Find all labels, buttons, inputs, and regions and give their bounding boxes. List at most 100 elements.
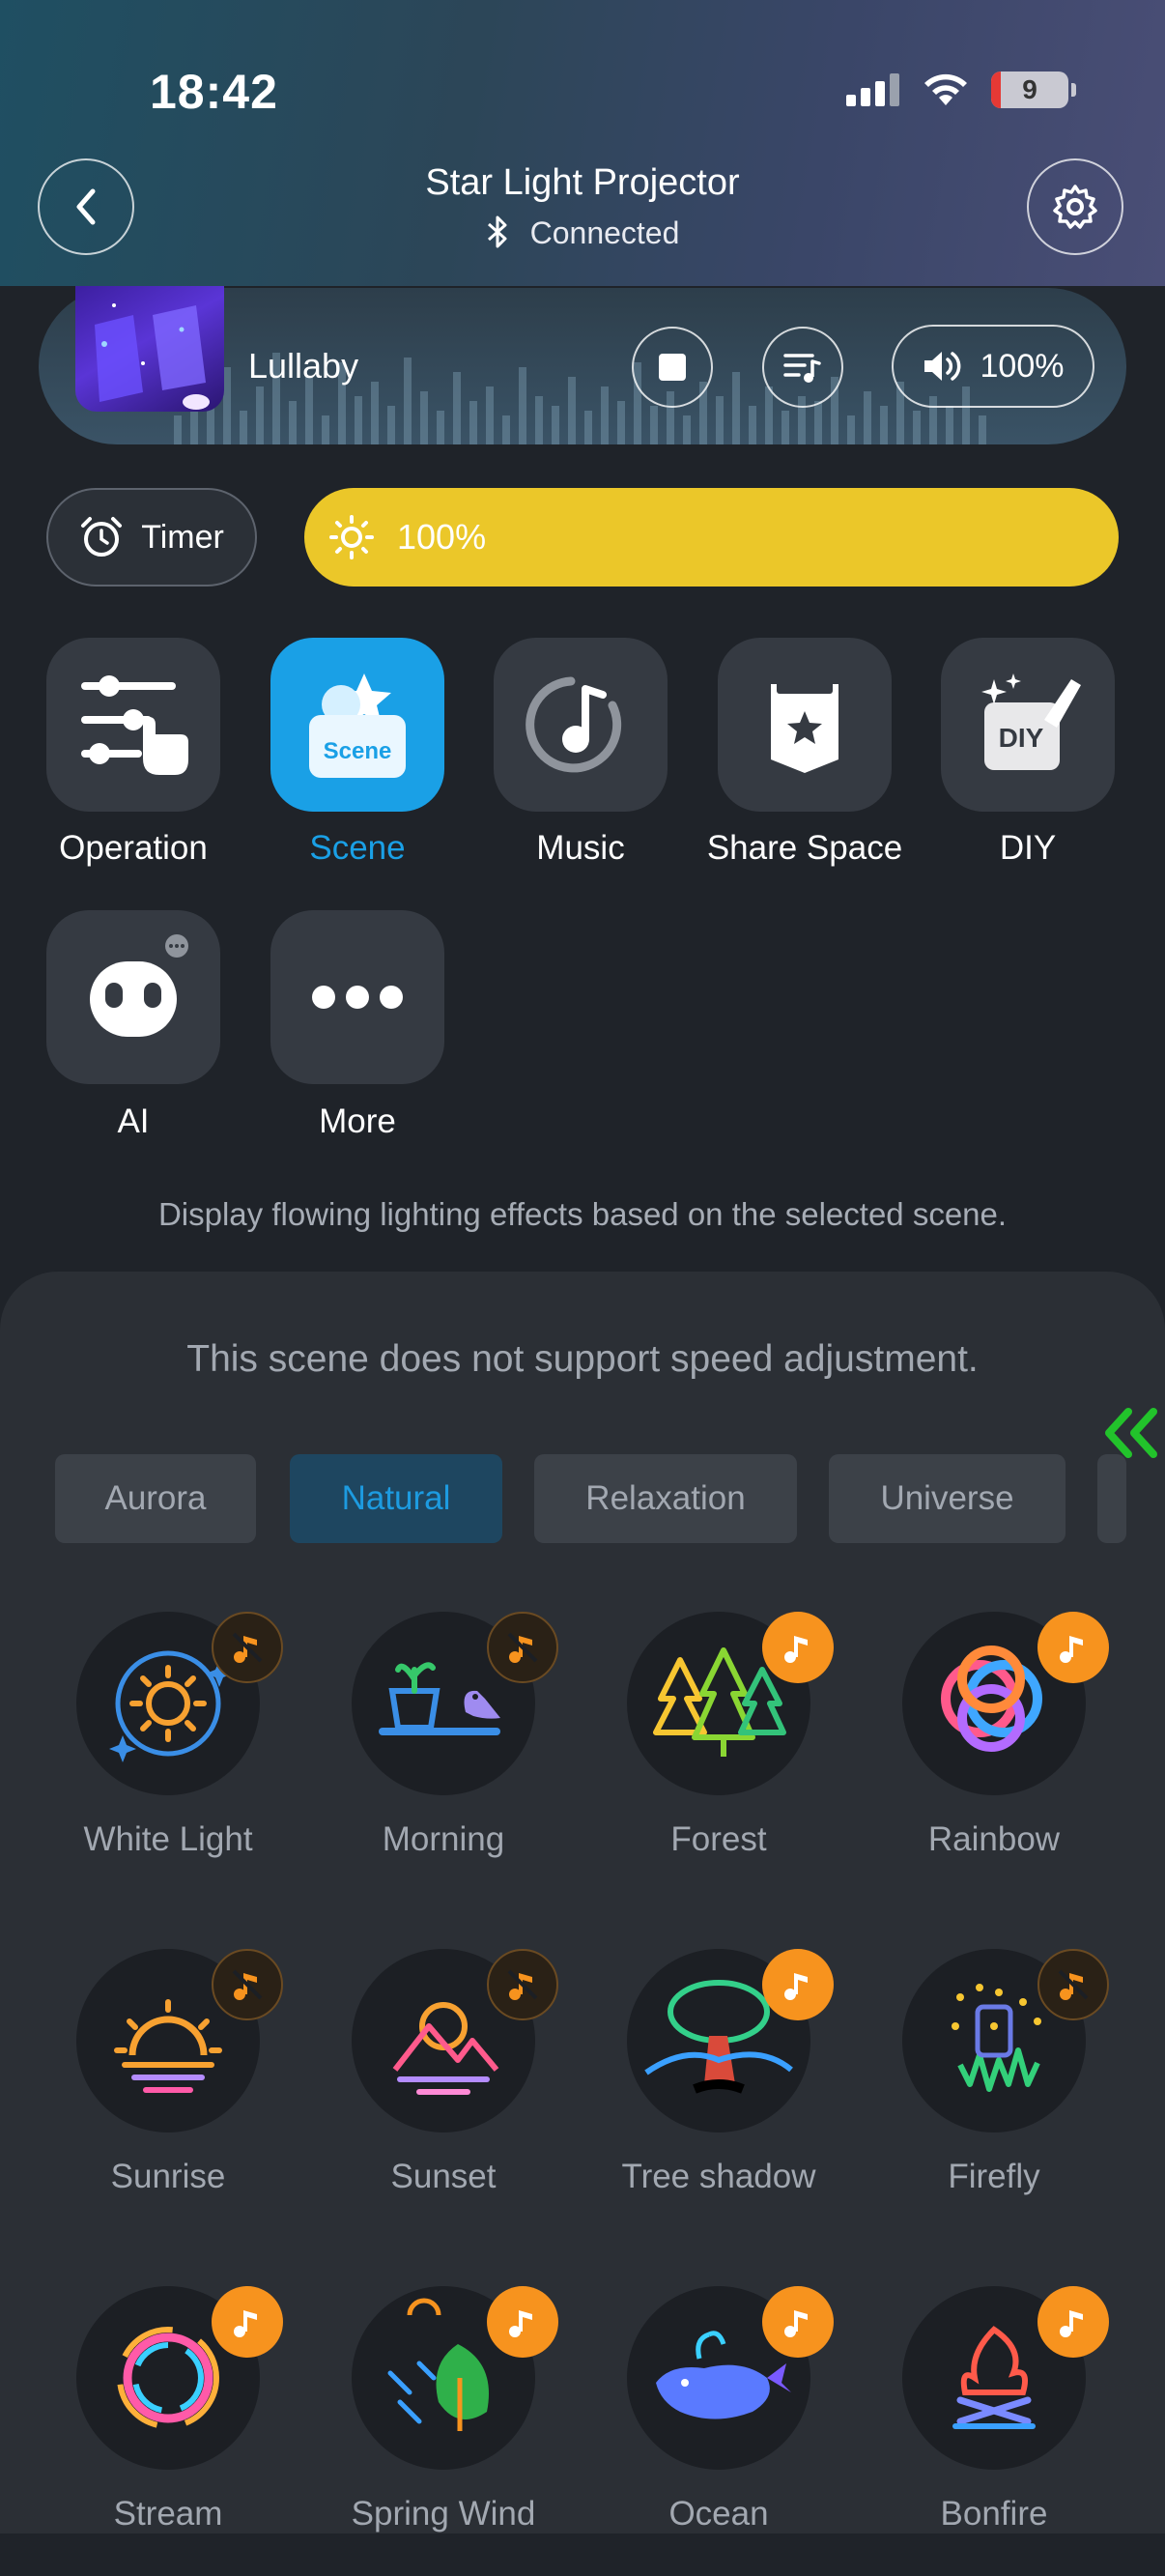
scene-label: Morning bbox=[382, 1820, 505, 1858]
song-title: Lullaby bbox=[248, 346, 359, 386]
scene-item-ocean[interactable]: Ocean bbox=[583, 2286, 854, 2576]
music-off-icon bbox=[507, 1632, 538, 1663]
music-unsupported-badge bbox=[212, 1949, 283, 2020]
category-tab-universe[interactable]: Universe bbox=[829, 1454, 1066, 1543]
share-space-icon bbox=[771, 680, 838, 773]
robot-face-icon bbox=[90, 934, 188, 1037]
operation-tile[interactable] bbox=[46, 638, 220, 812]
scene-tile[interactable]: Scene bbox=[270, 638, 444, 812]
music-supported-badge bbox=[212, 2286, 283, 2358]
sun-icon bbox=[329, 515, 374, 559]
music-label: Music bbox=[536, 829, 625, 867]
cellular-signal-icon bbox=[846, 73, 899, 106]
category-tab-relaxation[interactable]: Relaxation bbox=[534, 1454, 797, 1543]
music-unsupported-badge bbox=[487, 1612, 558, 1683]
music-note-icon bbox=[234, 2310, 257, 2337]
wifi-icon bbox=[924, 73, 967, 105]
speaker-icon bbox=[923, 352, 960, 381]
alarm-clock-icon bbox=[81, 517, 123, 557]
music-unsupported-badge bbox=[487, 1949, 558, 2020]
more-tile[interactable] bbox=[270, 910, 444, 1084]
music-supported-badge bbox=[1037, 2286, 1109, 2358]
scene-label: Tree shadow bbox=[621, 2158, 816, 2195]
scene-badge-text: Scene bbox=[324, 738, 392, 764]
music-note-icon bbox=[509, 2310, 532, 2337]
bluetooth-icon bbox=[487, 215, 507, 248]
scene-item-sunset[interactable]: Sunset bbox=[308, 1949, 579, 2239]
music-off-icon bbox=[232, 1969, 263, 2000]
music-note-icon bbox=[1060, 2310, 1083, 2337]
diy-tile[interactable]: DIY bbox=[941, 638, 1115, 812]
ai-tile[interactable] bbox=[46, 910, 220, 1084]
diy-label: DIY bbox=[999, 829, 1057, 867]
scene-item-bonfire[interactable]: Bonfire bbox=[859, 2286, 1129, 2576]
scene-label: White Light bbox=[83, 1820, 253, 1858]
battery-icon: 9 bbox=[991, 72, 1076, 108]
timer-button[interactable]: Timer bbox=[46, 488, 257, 587]
timer-label: Timer bbox=[141, 518, 224, 556]
status-icons: 9 bbox=[846, 72, 1076, 108]
album-artwork-image bbox=[95, 303, 210, 410]
scene-label: Sunrise bbox=[110, 2158, 226, 2195]
scene-item-morning[interactable]: Morning bbox=[308, 1612, 579, 1902]
sliders-hand-icon bbox=[81, 675, 188, 775]
music-off-icon bbox=[507, 1969, 538, 2000]
scene-item-white-light[interactable]: White Light bbox=[33, 1612, 303, 1902]
music-note-icon bbox=[784, 1636, 808, 1663]
category-tab-aurora[interactable]: Aurora bbox=[55, 1454, 256, 1543]
music-off-icon bbox=[1058, 1969, 1089, 2000]
volume-control[interactable]: 100% bbox=[892, 325, 1094, 408]
music-unsupported-badge bbox=[212, 1612, 283, 1683]
connection-status: Connected bbox=[0, 215, 1165, 251]
music-supported-badge bbox=[762, 1612, 834, 1683]
music-note-icon bbox=[784, 1973, 808, 2000]
scene-label: Forest bbox=[670, 1820, 767, 1858]
scene-item-firefly[interactable]: Firefly bbox=[859, 1949, 1129, 2239]
scene-item-tree-shadow[interactable]: Tree shadow bbox=[583, 1949, 854, 2239]
music-supported-badge bbox=[762, 2286, 834, 2358]
share-space-tile[interactable] bbox=[718, 638, 892, 812]
music-off-icon bbox=[232, 1632, 263, 1663]
more-label: More bbox=[319, 1102, 396, 1140]
music-supported-badge bbox=[1037, 1612, 1109, 1683]
scroll-left-arrow-icon[interactable] bbox=[1099, 1406, 1161, 1460]
connection-label: Connected bbox=[529, 215, 680, 250]
status-time: 18:42 bbox=[150, 65, 278, 119]
diy-brush-icon: DIY bbox=[981, 673, 1081, 770]
brightness-value: 100% bbox=[397, 517, 487, 557]
scene-label: Bonfire bbox=[940, 2495, 1048, 2533]
scene-item-sunrise[interactable]: Sunrise bbox=[33, 1949, 303, 2239]
scene-label: Scene bbox=[309, 829, 406, 867]
playlist-icon bbox=[783, 354, 821, 383]
music-note-disc-icon bbox=[526, 676, 622, 773]
music-supported-badge bbox=[762, 1949, 834, 2020]
music-note-icon bbox=[784, 2310, 808, 2337]
scene-item-spring-wind[interactable]: Spring Wind bbox=[308, 2286, 579, 2576]
brightness-slider[interactable]: 100% bbox=[304, 488, 1119, 587]
stop-icon bbox=[659, 354, 686, 381]
scene-icon: Scene bbox=[309, 673, 406, 778]
playlist-button[interactable] bbox=[762, 327, 843, 408]
scene-item-rainbow[interactable]: Rainbow bbox=[859, 1612, 1129, 1902]
music-supported-badge bbox=[487, 2286, 558, 2358]
scene-label: Ocean bbox=[668, 2495, 769, 2533]
ai-label: AI bbox=[117, 1102, 150, 1140]
music-tile[interactable] bbox=[494, 638, 668, 812]
operation-label: Operation bbox=[59, 829, 208, 867]
device-title: Star Light Projector bbox=[425, 162, 740, 203]
more-dots-icon bbox=[312, 986, 403, 1009]
scene-label: Firefly bbox=[948, 2158, 1040, 2195]
speed-note: This scene does not support speed adjust… bbox=[186, 1338, 979, 1380]
volume-value: 100% bbox=[980, 347, 1065, 385]
share-space-label: Share Space bbox=[706, 829, 903, 867]
stop-button[interactable] bbox=[632, 327, 713, 408]
scene-item-forest[interactable]: Forest bbox=[583, 1612, 854, 1902]
scene-label: Rainbow bbox=[927, 1820, 1061, 1858]
scene-item-stream[interactable]: Stream bbox=[33, 2286, 303, 2576]
album-art bbox=[75, 286, 224, 412]
category-tab-natural[interactable]: Natural bbox=[290, 1454, 502, 1543]
music-unsupported-badge bbox=[1037, 1949, 1109, 2020]
category-tab-next[interactable] bbox=[1097, 1454, 1126, 1543]
scene-label: Sunset bbox=[390, 2158, 497, 2195]
diy-badge-text: DIY bbox=[999, 723, 1044, 753]
